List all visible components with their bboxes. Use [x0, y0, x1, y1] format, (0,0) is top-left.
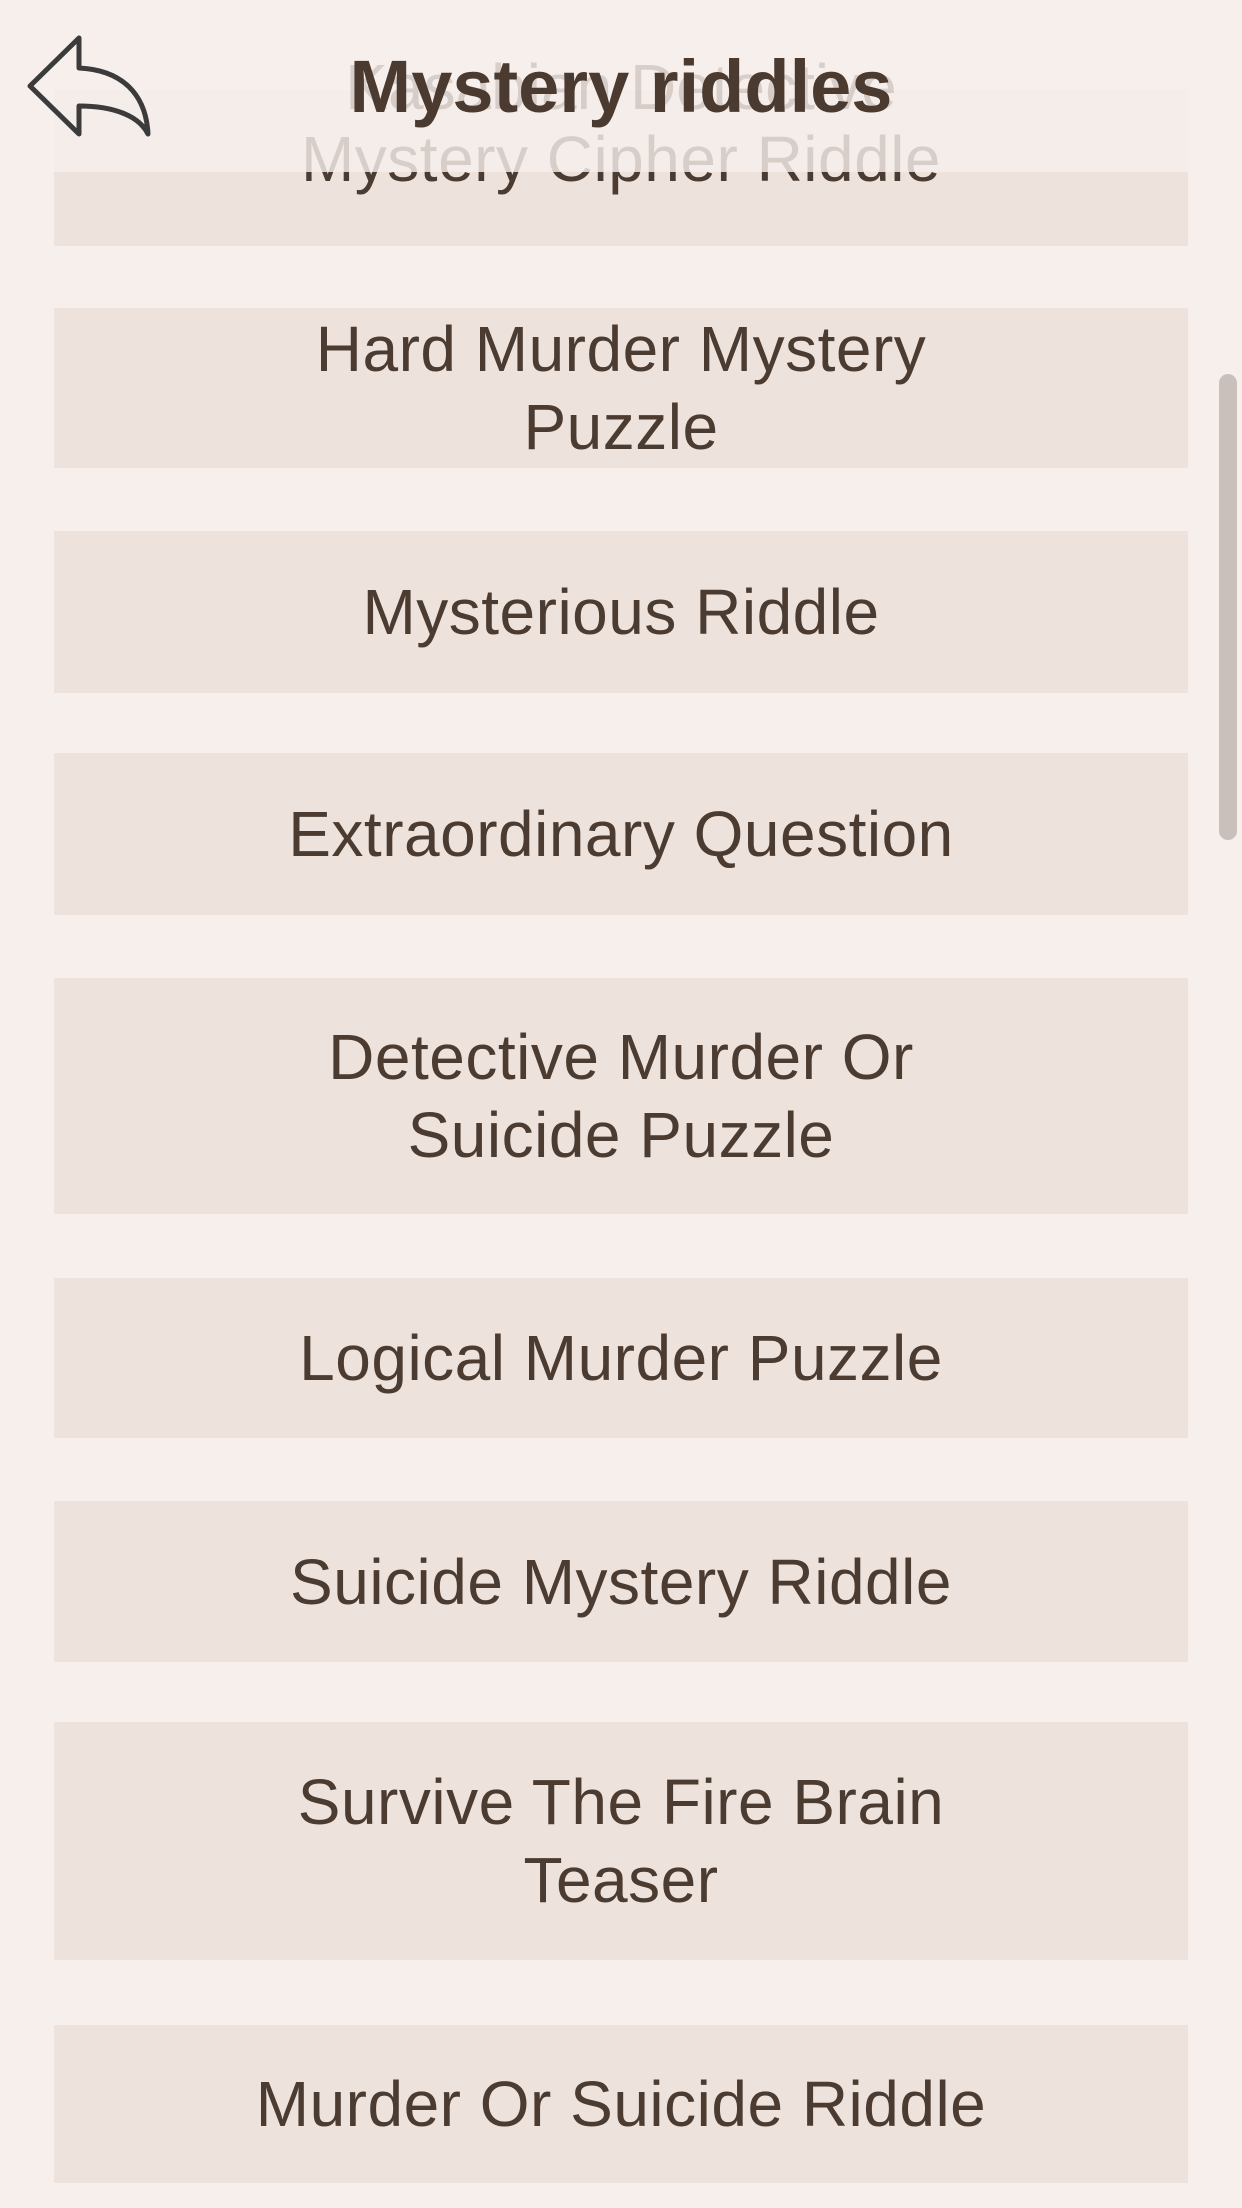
undo-arrow-icon — [27, 35, 151, 137]
list-item[interactable]: Murder Or Suicide Riddle — [54, 2025, 1188, 2183]
list-item[interactable]: Logical Murder Puzzle — [54, 1278, 1188, 1438]
list-item-label: Hard Murder Mystery Puzzle — [315, 313, 927, 463]
list-item-label: Murder Or Suicide Riddle — [255, 2068, 987, 2140]
list-item-label: Logical Murder Puzzle — [299, 1322, 943, 1394]
list-item-label: Extraordinary Question — [288, 798, 954, 870]
list-item[interactable]: Mysterious Riddle — [54, 531, 1188, 693]
list-item-label: Suicide Mystery Riddle — [290, 1545, 952, 1618]
list-item-label: Detective Murder Or Suicide Puzzle — [328, 1021, 914, 1171]
back-button[interactable] — [24, 30, 154, 150]
list-item[interactable]: Detective Murder Or Suicide Puzzle — [54, 978, 1188, 1214]
list-item-label: Mysterious Riddle — [362, 576, 880, 648]
header-bar: Kasabian Detective Mystery riddles — [0, 0, 1242, 172]
page-title: Mystery riddles — [349, 45, 893, 128]
list-item[interactable]: Hard Murder Mystery Puzzle — [54, 308, 1188, 468]
list-item[interactable]: Suicide Mystery Riddle — [54, 1501, 1188, 1662]
list-item-label: Survive The Fire Brain Teaser — [297, 1766, 945, 1916]
scrollbar[interactable] — [1219, 374, 1237, 840]
list-item[interactable]: Survive The Fire Brain Teaser — [54, 1722, 1188, 1960]
riddle-list[interactable]: Mystery Cipher Riddle Hard Murder Myster… — [0, 0, 1242, 2208]
list-item[interactable]: Extraordinary Question — [54, 753, 1188, 915]
